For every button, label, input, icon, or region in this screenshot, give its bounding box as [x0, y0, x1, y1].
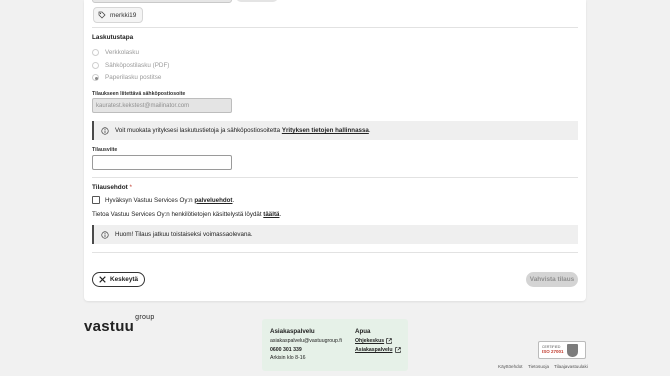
info-notice-text: Voit muokata yrityksesi laskutustietoja … — [115, 127, 281, 134]
info-notice-suffix: . — [368, 127, 371, 134]
terms-link[interactable]: palveluehdot — [194, 197, 232, 204]
external-link-icon — [386, 338, 392, 344]
email-label: Tilaukseen liitettävä sähköpostiosoite — [92, 91, 186, 97]
privacy-text: Tietoa Vastuu Services Oy:n henkilötieto… — [92, 211, 262, 218]
divider — [92, 177, 578, 178]
iso-line2: ISO 27001 — [542, 349, 564, 355]
privacy-row: Tietoa Vastuu Services Oy:n henkilötieto… — [92, 211, 281, 218]
privacy-suffix: . — [279, 211, 282, 218]
terms-title-text: Tilausehdot — [92, 184, 128, 191]
email-field[interactable]: kauratest.kekstest@mailinator.com — [92, 98, 232, 113]
radio-label: Sähköpostilasku (PDF) — [105, 62, 170, 69]
privacy-link[interactable]: täältä — [263, 211, 279, 218]
warning-notice: Huom! Tilaus jatkuu toistaiseksi voimass… — [92, 225, 578, 244]
certificate-seal-icon — [566, 343, 578, 357]
reference-label: Tilausviite — [92, 147, 118, 153]
contact-hours: Arkisin klo 8-16 — [270, 355, 306, 361]
cancel-button[interactable]: Keskeytä — [92, 272, 146, 287]
billing-title: Laskutustapa — [92, 34, 134, 41]
radio-option-sahkopostilasku[interactable]: Sähköpostilasku (PDF) — [92, 62, 169, 69]
contact-phone[interactable]: 0600 301 339 — [270, 347, 302, 353]
order-form-card: merkki19 Laskutustapa Verkkolasku Sähköp… — [84, 0, 586, 301]
previous-button[interactable] — [236, 0, 278, 2]
radio-option-verkkolasku[interactable]: Verkkolasku — [92, 49, 139, 56]
confirm-order-button[interactable]: Vahvista tilaus — [526, 272, 578, 287]
footer-link-privacy[interactable]: Tietosuoja — [528, 364, 549, 369]
footer-link-terms[interactable]: Käyttöehdot — [498, 364, 523, 369]
vastuu-group-logo[interactable]: vastuugroup — [84, 314, 155, 335]
customer-service-title: Asiakaspalvelu — [270, 328, 315, 335]
logo-text: vastuu — [84, 318, 135, 335]
previous-field[interactable] — [92, 0, 232, 3]
terms-checkbox[interactable] — [92, 196, 100, 204]
info-icon — [101, 126, 109, 135]
contact-email[interactable]: asiakaspalvelu@vastuugroup.fi — [270, 338, 342, 344]
close-icon — [99, 276, 106, 283]
required-mark: * — [129, 184, 133, 191]
warning-notice-text: Huom! Tilaus jatkuu toistaiseksi voimass… — [115, 231, 253, 238]
help-title: Apua — [355, 328, 371, 335]
terms-accept-row[interactable]: Hyväksyn Vastuu Services Oy:n palveluehd… — [92, 196, 234, 204]
cancel-button-label: Keskeytä — [110, 276, 139, 283]
reference-input[interactable] — [92, 155, 232, 170]
terms-title: Tilausehdot * — [92, 184, 132, 191]
radio-button[interactable] — [92, 62, 99, 69]
tag-icon — [98, 11, 106, 19]
radio-button[interactable] — [92, 49, 99, 56]
radio-label: Verkkolasku — [105, 49, 139, 56]
customer-service-label: Asiakaspalvelu — [355, 347, 393, 353]
radio-label: Paperilasku postitse — [105, 74, 162, 81]
iso-certificate-badge: CERTIFIED ISO 27001 — [538, 341, 586, 359]
info-icon — [101, 230, 109, 239]
confirm-button-label: Vahvista tilaus — [529, 276, 575, 283]
customer-service-link[interactable]: Asiakaspalvelu — [355, 347, 401, 353]
footer-link-law[interactable]: Tilaajavastuulaki — [554, 364, 588, 369]
radio-button-selected[interactable] — [92, 74, 99, 81]
info-notice: Voit muokata yrityksesi laskutustietoja … — [92, 121, 578, 140]
tag-chip[interactable]: merkki19 — [93, 7, 144, 23]
terms-accept-text: Hyväksyn Vastuu Services Oy:n — [105, 196, 193, 204]
divider — [92, 252, 578, 253]
company-info-link[interactable]: Yrityksen tietojen hallinnassa — [282, 127, 369, 134]
external-link-icon — [394, 347, 401, 353]
email-value: kauratest.kekstest@mailinator.com — [96, 102, 190, 109]
help-center-label: Ohjekeskus — [355, 338, 385, 344]
logo-sup: group — [135, 314, 155, 321]
contact-box: Asiakaspalvelu asiakaspalvelu@vastuugrou… — [262, 319, 408, 371]
terms-accept-suffix: . — [232, 196, 235, 204]
tag-label: merkki19 — [110, 11, 137, 19]
help-center-link[interactable]: Ohjekeskus — [355, 338, 392, 344]
radio-option-paperilasku[interactable]: Paperilasku postitse — [92, 74, 161, 81]
divider — [92, 27, 578, 28]
